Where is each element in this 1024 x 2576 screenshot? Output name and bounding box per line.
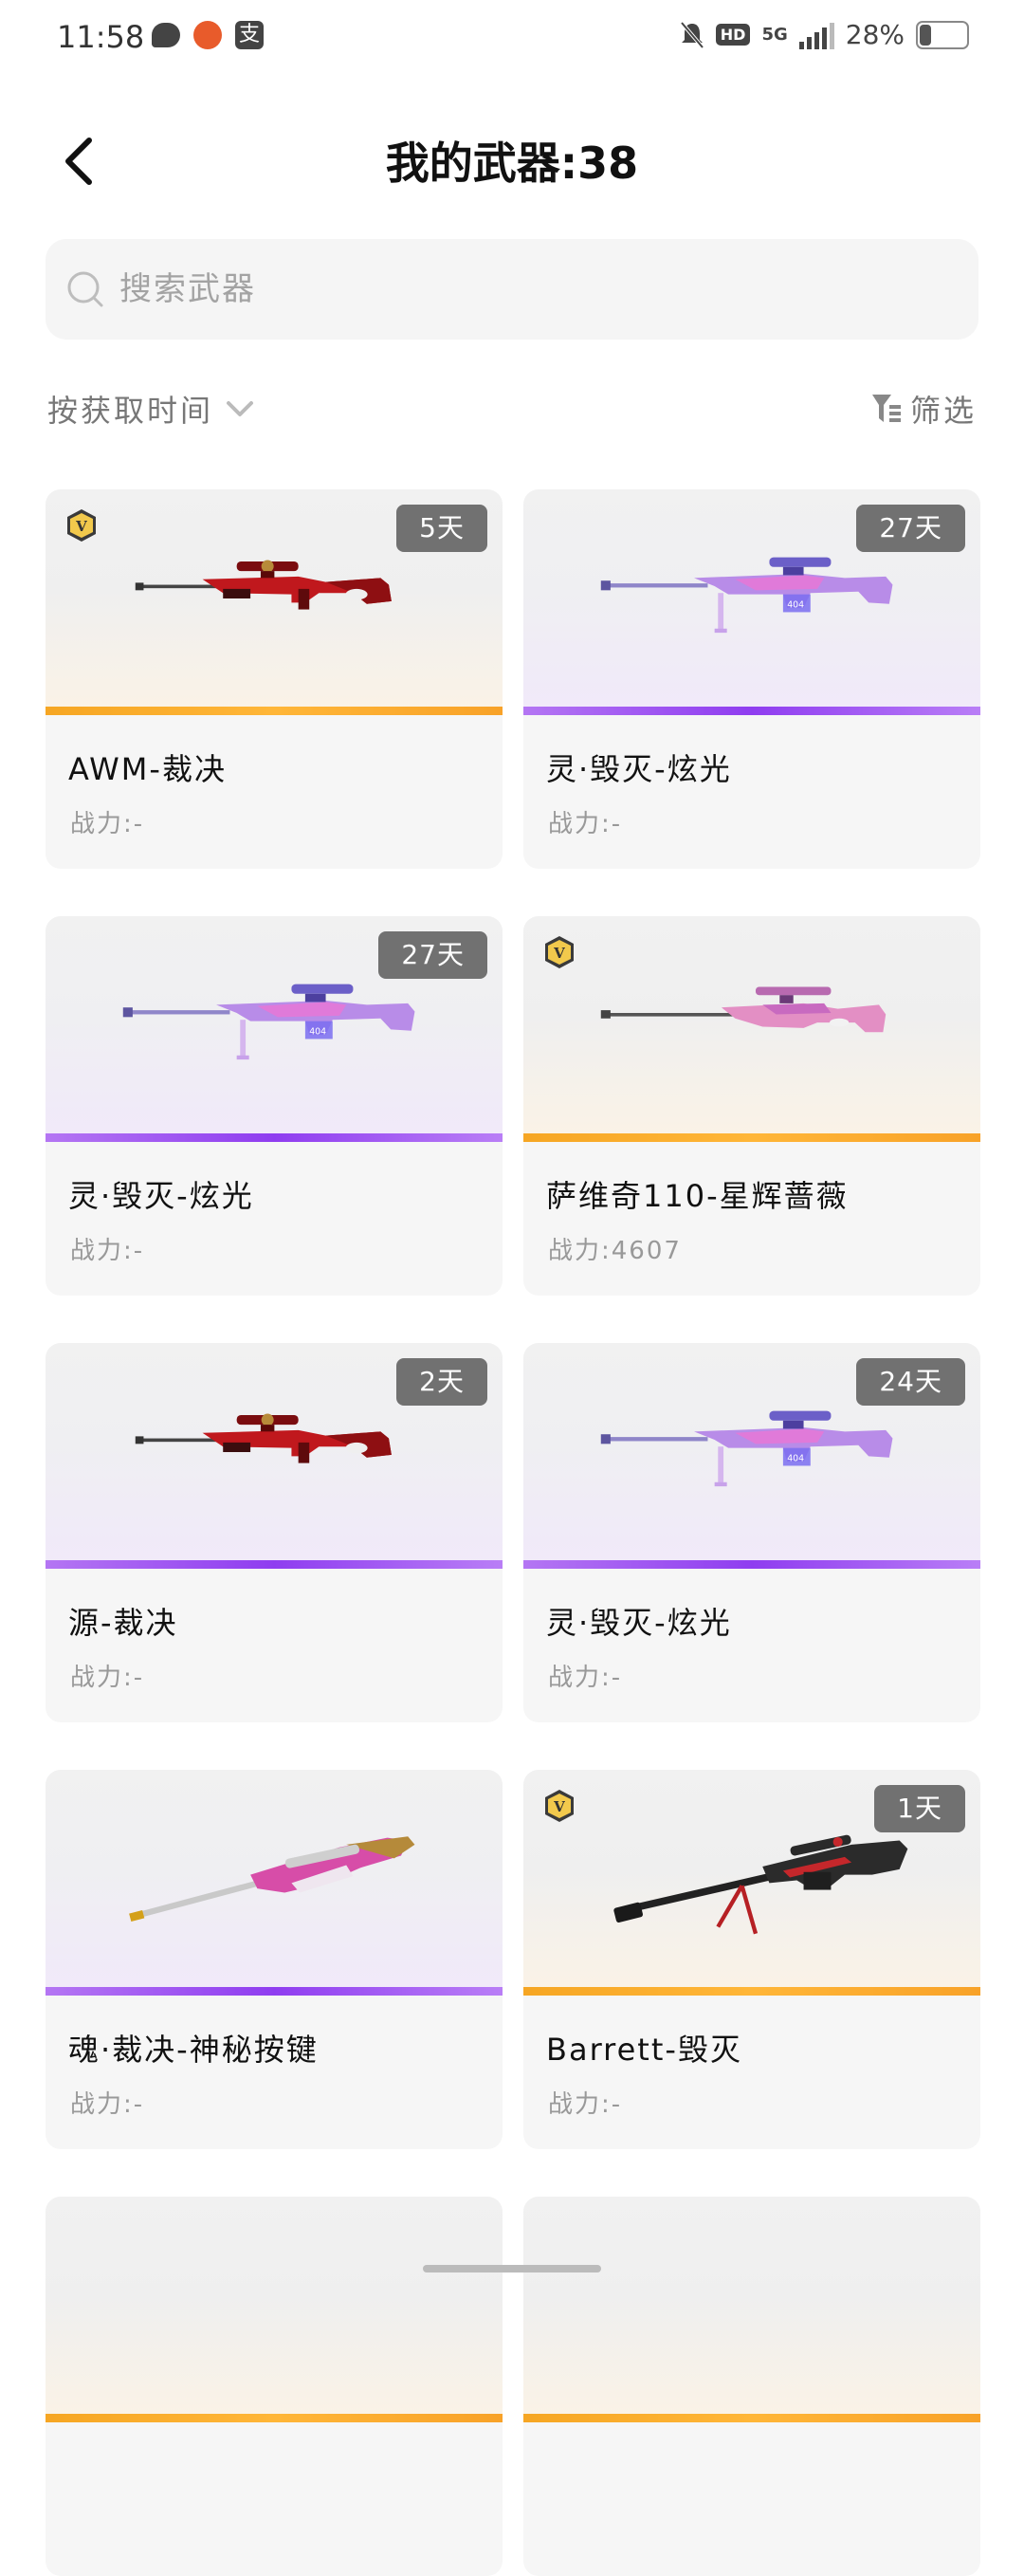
status-bar: 11:58 支 HD 5G 28% [0,0,1024,80]
search-icon [67,271,103,307]
hd-icon: HD [715,24,751,46]
notification-icons: 支 [152,21,264,49]
vip-badge-icon: V [545,936,574,968]
weapon-image: 2天 [46,1343,503,1569]
weapon-name: 灵·毁灭-炫光 [68,1178,254,1214]
chevron-down-icon [227,401,254,416]
weapon-grid: V 5天 AWM-裁决 战力:- 404 27天 灵·毁灭-炫光 战力:- 404 27… [46,489,980,2576]
weapon-image [46,1770,503,1996]
filter-button[interactable]: 筛选 [870,387,977,431]
sort-dropdown[interactable]: 按获取时间 [47,387,257,431]
weapon-icon [613,1834,908,1935]
days-remaining-tag: 27天 [378,931,487,979]
weapon-card[interactable]: 404 24天灵·毁灭-炫光战力:- [523,1343,980,1722]
battery-icon [916,20,969,49]
days-remaining-tag: 1天 [874,1785,965,1832]
weapon-card[interactable] [523,2197,980,2576]
weapon-card[interactable]: 魂·裁决-神秘按键战力:- [46,1770,503,2149]
weapon-card[interactable]: V 萨维奇110-星辉蔷薇战力:4607 [523,916,980,1296]
weapon-card[interactable]: 404 27天灵·毁灭-炫光战力:- [46,916,503,1296]
weapon-icon: 404 [600,1410,893,1487]
weapon-card[interactable]: 404 27天灵·毁灭-炫光战力:- [523,489,980,869]
weapon-name: 源-裁决 [68,1605,178,1641]
weapon-power: 战力:- [70,810,145,838]
battery-fill [920,24,931,46]
weapon-power: 战力:- [548,810,623,838]
weapon-icon: 404 [122,984,415,1060]
days-remaining-tag: 5天 [396,505,487,552]
app-notification-icon [193,21,222,49]
svg-text:404: 404 [787,1453,804,1463]
weapon-card[interactable] [46,2197,503,2576]
weapon-image: 404 27天 [46,916,503,1142]
status-time: 11:58 [57,19,145,55]
signal-icon [798,21,834,49]
mute-bell-icon [680,21,704,48]
filter-icon [871,395,901,422]
weapon-icon [135,560,392,610]
network-type: 5G [761,25,788,45]
weapon-image: 404 24天 [523,1343,980,1569]
page-title: 我的武器:38 [385,138,639,189]
sort-label: 按获取时间 [47,393,214,429]
message-icon [152,23,180,47]
weapon-name: 灵·毁灭-炫光 [546,751,732,787]
weapon-icon: 404 [600,557,893,634]
weapon-card[interactable]: V 5天 AWM-裁决战力:- [46,489,503,869]
weapon-power: 战力:- [70,1237,145,1265]
weapon-power: 战力:- [548,1664,623,1692]
weapon-card[interactable]: 2天源-裁决战力:- [46,1343,503,1722]
home-indicator[interactable] [423,2265,601,2272]
weapon-name: Barrett-毁灭 [546,2032,742,2068]
weapon-name: 灵·毁灭-炫光 [546,1605,732,1641]
svg-text:404: 404 [309,1026,326,1037]
weapon-image: V 5天 [46,489,503,715]
svg-text:V: V [553,945,565,962]
weapon-icon [135,1413,392,1463]
filter-label: 筛选 [909,393,977,429]
vip-badge-icon: V [67,509,96,542]
weapon-name: 魂·裁决-神秘按键 [68,2032,319,2068]
weapon-image [46,2197,503,2422]
weapon-image: V [523,916,980,1142]
alipay-icon: 支 [235,21,264,49]
weapon-icon [129,1836,415,1923]
weapon-image [523,2197,980,2422]
weapon-card[interactable]: V 1天 Barrett-毁灭战力:- [523,1770,980,2149]
weapon-image: 404 27天 [523,489,980,715]
svg-text:404: 404 [787,599,804,610]
days-remaining-tag: 24天 [856,1358,965,1406]
weapon-power: 战力:- [70,2090,145,2119]
search-input[interactable] [118,269,880,309]
battery-percent: 28% [845,19,905,50]
weapon-name: AWM-裁决 [68,751,227,787]
days-remaining-tag: 2天 [396,1358,487,1406]
svg-text:V: V [75,518,87,535]
svg-text:V: V [553,1798,565,1815]
search-bar[interactable] [46,239,978,340]
weapon-icon [600,986,887,1033]
status-right: HD 5G 28% [680,19,969,50]
weapon-power: 战力:- [548,2090,623,2119]
weapon-power: 战力:- [70,1664,145,1692]
header: 我的武器:38 [0,104,1024,218]
weapon-name: 萨维奇110-星辉蔷薇 [546,1178,849,1214]
weapon-power: 战力:4607 [548,1237,682,1265]
days-remaining-tag: 27天 [856,505,965,552]
vip-badge-icon: V [545,1790,574,1822]
weapon-image: V 1天 [523,1770,980,1996]
